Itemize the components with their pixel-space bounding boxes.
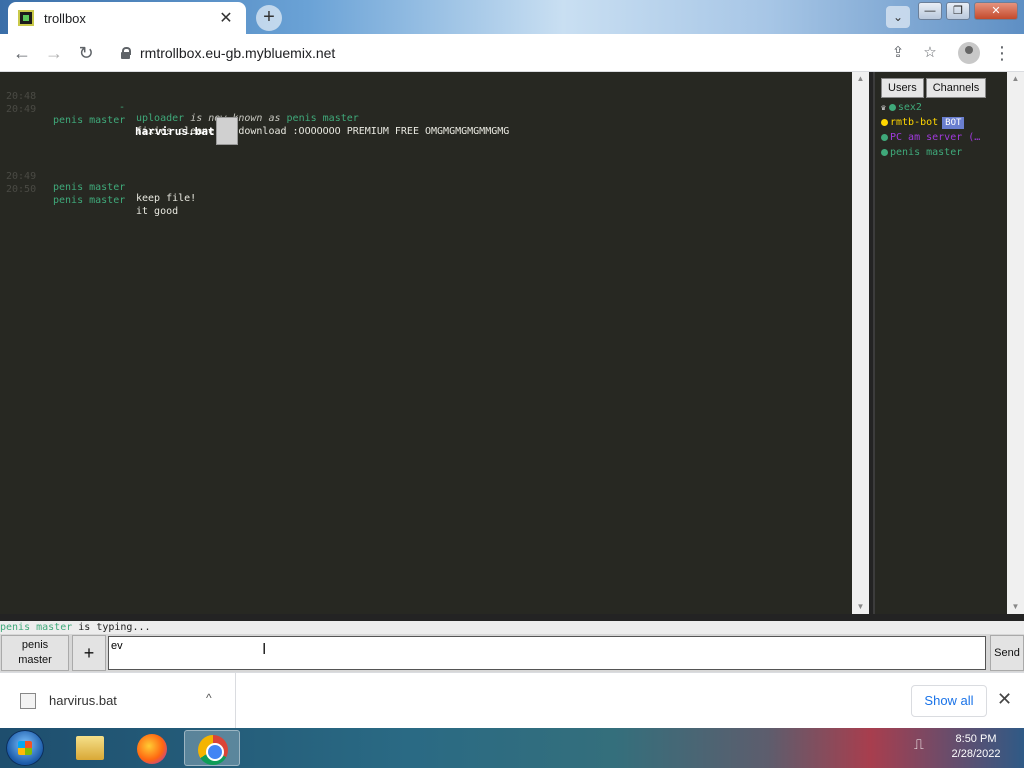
- chrome-icon: [198, 735, 228, 765]
- system-dash: -: [119, 102, 126, 113]
- close-shelf-icon[interactable]: ✕: [997, 689, 1012, 710]
- browser-menu-icon[interactable]: ⋮: [992, 43, 1012, 63]
- scroll-up-arrow-icon[interactable]: ▲: [1007, 72, 1024, 86]
- message-input[interactable]: ev: [108, 636, 986, 670]
- chat-scrollbar[interactable]: ▲ ▼: [852, 72, 869, 614]
- download-file-name[interactable]: harvirus.bat: [49, 693, 117, 708]
- clock-date: 2/28/2022: [951, 748, 1001, 760]
- tab-users[interactable]: Users: [881, 78, 924, 98]
- message-nick[interactable]: penis master: [53, 182, 125, 193]
- chat-message: 20:49 penis master keep file!: [0, 160, 196, 204]
- nickname-button[interactable]: penis master: [1, 635, 69, 671]
- nickname-line: penis: [21, 639, 49, 651]
- address-url[interactable]: rmtrollbox.eu-gb.mybluemix.net: [140, 45, 335, 61]
- message-input-bar: penis master + ev I Send: [0, 634, 1024, 672]
- trollbox-page: 20:48 - uploader is now known as penis m…: [0, 72, 1024, 672]
- file-attachment[interactable]: harvirus.bat: [135, 117, 239, 145]
- message-time: 20:50: [6, 184, 37, 195]
- bookmark-star-icon[interactable]: ☆: [920, 43, 940, 63]
- crown-icon: ♛: [881, 103, 886, 112]
- taskbar-chrome[interactable]: [184, 730, 240, 766]
- user-name[interactable]: penis master: [890, 147, 962, 158]
- message-time: 20:49: [6, 104, 37, 115]
- site-favicon-icon: [18, 10, 34, 26]
- user-list: ♛ sex2 rmtb-bot BOT PC am server (… peni…: [881, 100, 980, 160]
- new-tab-button[interactable]: +: [256, 5, 282, 31]
- scroll-down-arrow-icon[interactable]: ▼: [1007, 600, 1024, 614]
- windows-taskbar: ⎍ 8:50 PM 2/28/2022: [0, 728, 1024, 768]
- status-dot-icon: [881, 119, 888, 126]
- file-download-button[interactable]: [216, 117, 239, 145]
- show-all-button[interactable]: Show all: [911, 685, 987, 717]
- user-name[interactable]: PC am server (…: [890, 132, 980, 143]
- send-button[interactable]: Send: [990, 635, 1024, 671]
- user-name[interactable]: sex2: [898, 102, 922, 113]
- network-icon[interactable]: ⎍: [914, 736, 924, 753]
- window-controls: — ❐ ✕: [918, 2, 1018, 20]
- profile-avatar[interactable]: [958, 42, 980, 64]
- tab-search-button[interactable]: ⌄: [886, 6, 910, 28]
- message-text: it good: [136, 206, 179, 217]
- start-button[interactable]: [6, 730, 44, 766]
- typing-nick: penis master: [0, 622, 73, 633]
- taskbar-firefox[interactable]: [124, 730, 180, 766]
- folder-icon: [76, 736, 104, 760]
- user-item[interactable]: rmtb-bot BOT: [881, 115, 980, 130]
- back-button[interactable]: ←: [10, 41, 34, 65]
- file-name[interactable]: harvirus.bat: [135, 125, 214, 138]
- status-dot-icon: [888, 104, 896, 111]
- reload-button[interactable]: ↻: [74, 41, 98, 65]
- chat-message: 20:50 penis master it good: [0, 173, 178, 217]
- nickname-line: master: [18, 654, 52, 666]
- download-item[interactable]: harvirus.bat ^: [0, 673, 236, 729]
- browser-tab[interactable]: trollbox ✕: [8, 2, 246, 34]
- download-shelf: harvirus.bat ^ Show all ✕: [0, 672, 1024, 729]
- browser-toolbar: ← → ↻ rmtrollbox.eu-gb.mybluemix.net ⇪ ☆…: [0, 34, 1024, 72]
- message-nick[interactable]: penis master: [53, 115, 125, 126]
- bot-badge: BOT: [942, 116, 965, 129]
- forward-button[interactable]: →: [42, 41, 66, 65]
- message-text: keep file!: [136, 193, 197, 204]
- system-clock[interactable]: 8:50 PM 2/28/2022: [944, 732, 1008, 762]
- lock-icon[interactable]: [120, 47, 131, 59]
- chat-log: 20:48 - uploader is now known as penis m…: [0, 72, 852, 614]
- users-sidebar: Users Channels ♛ sex2 rmtb-bot BOT PC am…: [873, 72, 1007, 614]
- system-message: 20:48 - uploader is now known as penis m…: [0, 80, 359, 124]
- maximize-button[interactable]: ❐: [946, 2, 970, 20]
- taskbar-explorer[interactable]: [62, 730, 118, 766]
- scroll-down-arrow-icon[interactable]: ▼: [852, 600, 869, 614]
- tab-title: trollbox: [44, 10, 86, 26]
- user-name[interactable]: rmtb-bot: [890, 117, 938, 128]
- clock-time: 8:50 PM: [955, 733, 997, 745]
- user-item[interactable]: PC am server (…: [881, 130, 980, 145]
- chat-message: 20:49 penis master fixies cleaner!! down…: [0, 93, 509, 137]
- scroll-up-arrow-icon[interactable]: ▲: [852, 72, 869, 86]
- sidebar-tabs: Users Channels: [881, 78, 987, 98]
- browser-titlebar: trollbox ✕ + ⌄ — ❐ ✕: [0, 0, 1024, 34]
- address-bar[interactable]: rmtrollbox.eu-gb.mybluemix.net: [110, 39, 956, 67]
- typing-text: is typing...: [72, 622, 151, 633]
- file-icon: [20, 693, 36, 709]
- firefox-icon: [137, 734, 167, 764]
- status-dot-icon: [881, 149, 888, 156]
- typing-indicator: penis master is typing...: [0, 621, 1024, 634]
- share-icon[interactable]: ⇪: [888, 43, 908, 63]
- sidebar-scrollbar[interactable]: ▲ ▼: [1007, 72, 1024, 614]
- message-nick[interactable]: penis master: [53, 195, 125, 206]
- tab-close-button[interactable]: ✕: [216, 8, 236, 28]
- tab-channels[interactable]: Channels: [925, 78, 987, 98]
- attach-button[interactable]: +: [72, 635, 106, 671]
- new-nick: penis master: [286, 113, 359, 124]
- user-item[interactable]: ♛ sex2: [881, 100, 980, 115]
- text-cursor-icon: I: [262, 641, 267, 658]
- status-dot-icon: [881, 134, 888, 141]
- user-item[interactable]: penis master: [881, 145, 980, 160]
- chevron-up-icon[interactable]: ^: [206, 691, 212, 705]
- minimize-button[interactable]: —: [918, 2, 942, 20]
- window-close-button[interactable]: ✕: [974, 2, 1018, 20]
